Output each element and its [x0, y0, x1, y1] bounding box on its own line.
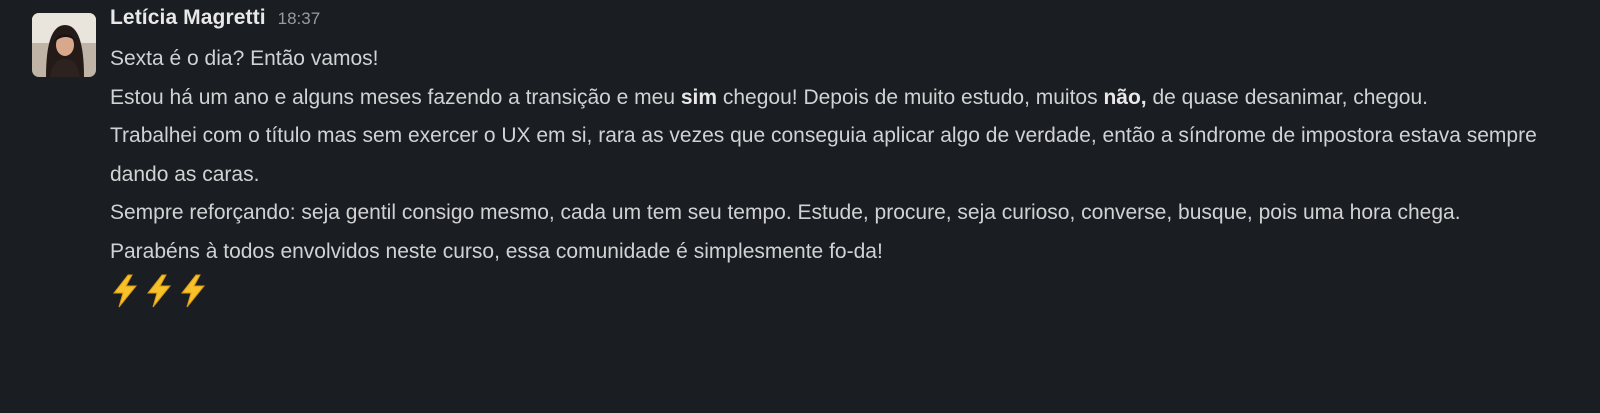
zap-emoji[interactable] — [144, 274, 174, 308]
text-span: chegou! Depois de muito estudo, muitos — [717, 85, 1104, 109]
message-body: Sexta é o dia? Então vamos! Estou há um a… — [110, 40, 1580, 271]
timestamp[interactable]: 18:37 — [278, 9, 321, 29]
message-line: Parabéns à todos envolvidos neste curso,… — [110, 239, 883, 263]
author-name[interactable]: Letícia Magretti — [110, 6, 266, 30]
message-line: Sempre reforçando: seja gentil consigo m… — [110, 201, 1461, 224]
bold-text: não, — [1103, 85, 1147, 109]
zap-emoji[interactable] — [110, 274, 140, 308]
message-header: Letícia Magretti 18:37 — [110, 6, 1580, 40]
avatar[interactable] — [32, 13, 96, 77]
text-span: de quase desanimar, chegou. — [1146, 85, 1428, 109]
emoji-row — [110, 273, 1580, 309]
bold-text: sim — [680, 85, 718, 109]
message-line: Sexta é o dia? Então vamos! — [110, 47, 379, 70]
message-line: Trabalhei com o título mas sem exercer o… — [110, 124, 1537, 186]
zap-emoji[interactable] — [178, 274, 208, 308]
message-content: Letícia Magretti 18:37 Sexta é o dia? En… — [110, 6, 1580, 309]
message: Letícia Magretti 18:37 Sexta é o dia? En… — [0, 0, 1600, 413]
message-line: Estou há um ano e alguns meses fazendo a… — [110, 79, 1580, 118]
text-span: Estou há um ano e alguns meses fazendo a… — [110, 85, 681, 109]
